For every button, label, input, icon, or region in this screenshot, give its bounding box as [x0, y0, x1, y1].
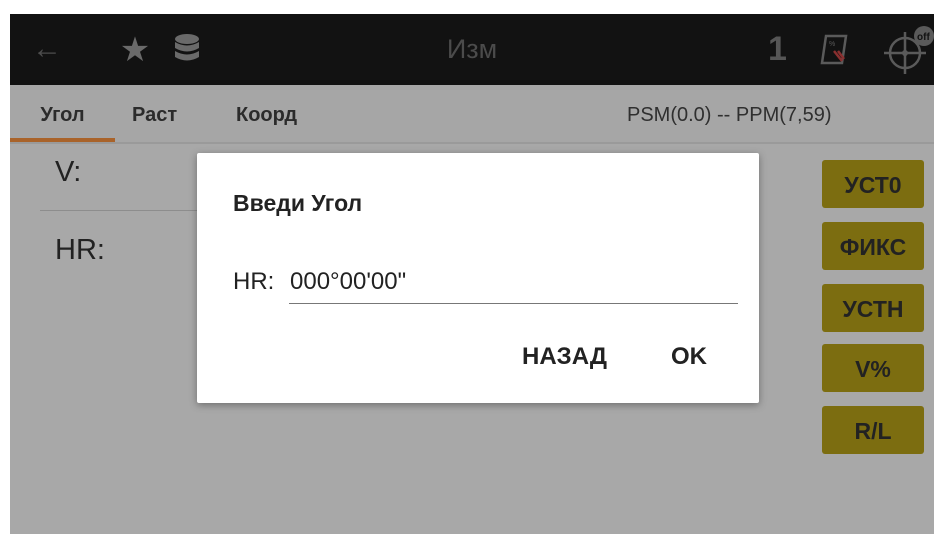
set-angle-button[interactable]: УСТН [822, 284, 924, 332]
tab-bar: Угол Раст Коорд PSM(0.0) -- PPM(7,59) [10, 85, 934, 142]
tab-coordinates[interactable]: Коорд [236, 85, 297, 142]
target-badge-text: off [917, 32, 930, 43]
hr-label: HR: [55, 234, 105, 266]
hr-angle-input[interactable] [289, 261, 738, 304]
enter-angle-dialog: Введи Угол HR: НАЗАД OK [197, 153, 759, 403]
hold-button[interactable]: ФИКС [822, 222, 924, 270]
target-off-icon[interactable]: off [880, 24, 934, 78]
right-left-button[interactable]: R/L [822, 406, 924, 454]
level-indicator[interactable]: 1 [768, 14, 787, 85]
tab-distance[interactable]: Раст [132, 85, 177, 142]
hr-field-label: HR: [233, 268, 275, 295]
sheet-icon[interactable]: % [818, 31, 852, 69]
v-percent-button[interactable]: V% [822, 344, 924, 392]
row-divider [40, 210, 200, 211]
v-label: V: [55, 156, 82, 188]
tab-angle[interactable]: Угол [10, 85, 115, 142]
svg-text:%: % [829, 41, 835, 48]
ok-button[interactable]: OK [671, 343, 707, 371]
set-zero-button[interactable]: УСТ0 [822, 160, 924, 208]
title-bar: ← ★ Изм 1 % off [10, 14, 934, 85]
back-button[interactable]: НАЗАД [522, 343, 607, 371]
dialog-title: Введи Угол [233, 190, 363, 216]
page-title: Изм [446, 34, 498, 64]
psm-ppm-status: PSM(0.0) -- PPM(7,59) [627, 104, 832, 126]
